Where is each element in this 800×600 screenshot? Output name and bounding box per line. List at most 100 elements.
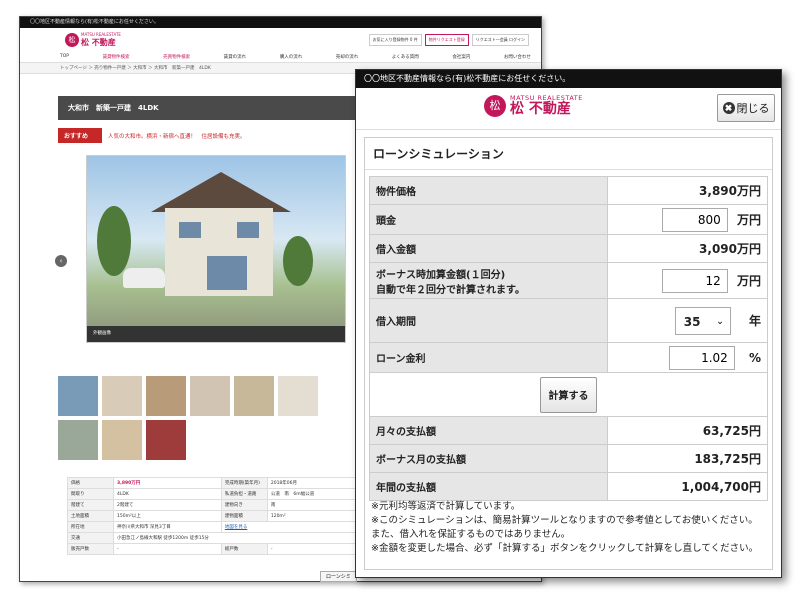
period-select[interactable]: 35 ⌄ (674, 306, 731, 335)
recommend-tag: おすすめ (58, 128, 103, 143)
house-window (179, 222, 201, 238)
table-row: 所在地 神奈川県大和市 深見3丁目 地図を見る (67, 521, 358, 533)
nav-rent-search[interactable]: 賃貸物件検索 (103, 54, 130, 60)
down-payment-label: 頭金 (369, 204, 608, 235)
detail-key: 販売戸数 (67, 543, 114, 555)
thumbnail-strip (58, 376, 358, 460)
table-row: 月々の支払額 63,725円 (369, 416, 768, 445)
bonus-label-line2: 自動で年２回分で計算されます。 (376, 284, 525, 296)
table-row: 借入期間 35 ⌄ 年 (369, 298, 768, 343)
nav-sale-search[interactable]: 売買物件検索 (163, 54, 190, 60)
thumbnail[interactable] (190, 376, 230, 416)
bg-logo[interactable]: 松 MATSU REALESTATE 松 不動産 (65, 32, 121, 48)
prev-arrow-icon[interactable]: ‹ (55, 255, 67, 267)
thumbnail[interactable] (102, 420, 142, 460)
photo-caption: 外観画像 (87, 326, 345, 342)
close-label: 閉じる (736, 103, 770, 115)
period-label: 借入期間 (369, 298, 608, 343)
table-row: 頭金 万円 (369, 204, 768, 235)
thumbnail[interactable] (102, 376, 142, 416)
table-row: 借入金額 3,090万円 (369, 234, 768, 263)
bg-header-links: お気に入り登録物件 0 件 物件リクエスト登録 リクエスト一会員 ログイン (368, 34, 529, 46)
table-row: 土地面積 150m²以上 建物面積 120m² (67, 510, 358, 522)
modal-header: 松 MATSU REALESTATE 松 不動産 ✖ 閉じる (356, 88, 781, 130)
request-link[interactable]: 物件リクエスト登録 (424, 34, 469, 46)
borrow-label: 借入金額 (369, 234, 608, 263)
annual-value: 1,004,700円 (607, 472, 768, 501)
detail-key: 交通 (67, 532, 114, 544)
nav-top[interactable]: TOP (60, 54, 69, 60)
nav-rent-flow[interactable]: 賃貸の流れ (224, 54, 247, 60)
thumbnail[interactable] (58, 376, 98, 416)
detail-value: - (266, 543, 358, 555)
down-payment-unit: 万円 (736, 213, 761, 227)
detail-value: - (113, 543, 222, 555)
bg-header: 松 MATSU REALESTATE 松 不動産 お気に入り登録物件 0 件 物… (20, 28, 541, 62)
borrow-value: 3,090万円 (607, 234, 768, 263)
table-row: 計算する (369, 372, 768, 417)
detail-value: 神奈川県大和市 深見3丁目 (113, 521, 222, 533)
table-row: ボーナス月の支払額 183,725円 (369, 444, 768, 473)
table-row: ローン金利 % (369, 342, 768, 373)
detail-key: 階建て (67, 499, 114, 511)
thumbnail[interactable] (146, 420, 186, 460)
thumbnail[interactable] (278, 376, 318, 416)
detail-key: 建物向き (220, 499, 268, 511)
bonus-label: ボーナス時加算金額(１回分) 自動で年２回分で計算されます。 (369, 262, 608, 299)
bonus-input[interactable] (661, 268, 728, 293)
login-link[interactable]: リクエスト一会員 ログイン (471, 34, 529, 46)
detail-key: 総戸数 (220, 543, 268, 555)
logo-jp: 松 不動産 (510, 101, 571, 117)
table-row: 年間の支払額 1,004,700円 (369, 472, 768, 501)
bg-nav: TOP 賃貸物件検索 売買物件検索 賃貸の流れ 購入の流れ 売却の流れ よくある… (60, 54, 531, 60)
table-row: ボーナス時加算金額(１回分) 自動で年２回分で計算されます。 万円 (369, 262, 768, 299)
detail-key: 完成時期(築年月) (220, 477, 268, 489)
rate-label: ローン金利 (369, 342, 608, 373)
detail-value: 3,890万円 (113, 477, 222, 489)
period-selected: 35 (683, 314, 701, 329)
notes: ※元利均等返済で計算しています。 ※このシミュレーションは、簡易計算ツールとなり… (371, 500, 758, 556)
down-payment-input[interactable] (661, 207, 728, 232)
nav-buy-flow[interactable]: 購入の流れ (280, 54, 303, 60)
logo-mark-icon: 松 (65, 33, 79, 47)
panel-title: ローンシミュレーション (365, 138, 772, 170)
favorites-link[interactable]: お気に入り登録物件 0 件 (368, 34, 422, 46)
logo-mark-icon: 松 (484, 94, 506, 117)
table-row: 物件価格 3,890万円 (369, 176, 768, 205)
thumbnail[interactable] (234, 376, 274, 416)
map-link[interactable]: 地図を見る (220, 521, 358, 533)
property-photo[interactable]: 外観画像 (86, 155, 346, 343)
detail-value: 小田急江ノ島線大和駅 徒歩1200m 徒歩15分 (113, 532, 357, 544)
property-details-table: 価格 3,890万円 完成時期(築年月) 2018年06月 間取り 4LDK 私… (67, 477, 358, 555)
price-value: 3,890万円 (607, 176, 768, 205)
detail-value: 4LDK (113, 488, 222, 500)
table-row: 販売戸数 - 総戸数 - (67, 543, 358, 555)
bonus-cell: 万円 (607, 262, 768, 299)
modal-top-bar: 〇〇地区不動産情報なら(有)松不動産にお任せください。 (356, 70, 781, 88)
detail-value: 2階建て (113, 499, 222, 511)
bonus-unit: 万円 (736, 274, 761, 288)
bonus-month-value: 183,725円 (607, 444, 768, 473)
nav-company[interactable]: 会社案内 (452, 54, 470, 60)
rate-input[interactable] (668, 345, 735, 370)
detail-value: 120m² (266, 510, 358, 522)
thumbnail[interactable] (58, 420, 98, 460)
detail-value: 2018年06月 (266, 477, 358, 489)
annual-label: 年間の支払額 (369, 472, 608, 501)
tree (97, 206, 131, 276)
detail-key: 土地面積 (67, 510, 114, 522)
calculate-button[interactable]: 計算する (540, 376, 597, 413)
nav-sell-flow[interactable]: 売却の流れ (336, 54, 359, 60)
loan-simulation-button[interactable]: ローンシミ (320, 571, 357, 582)
down-payment-cell: 万円 (607, 204, 768, 235)
detail-key: 価格 (67, 477, 114, 489)
thumbnail[interactable] (146, 376, 186, 416)
nav-faq[interactable]: よくある質問 (392, 54, 419, 60)
monthly-value: 63,725円 (607, 416, 768, 445)
modal-logo: 松 MATSU REALESTATE 松 不動産 (484, 94, 583, 117)
detail-key: 間取り (67, 488, 114, 500)
nav-contact[interactable]: お問い合わせ (504, 54, 531, 60)
loan-table: 物件価格 3,890万円 頭金 万円 借入金額 3,090万円 ボーナス時加算金… (369, 176, 768, 501)
detail-value: 公道 南 6m幅公道 (266, 488, 358, 500)
close-button[interactable]: ✖ 閉じる (717, 94, 775, 122)
